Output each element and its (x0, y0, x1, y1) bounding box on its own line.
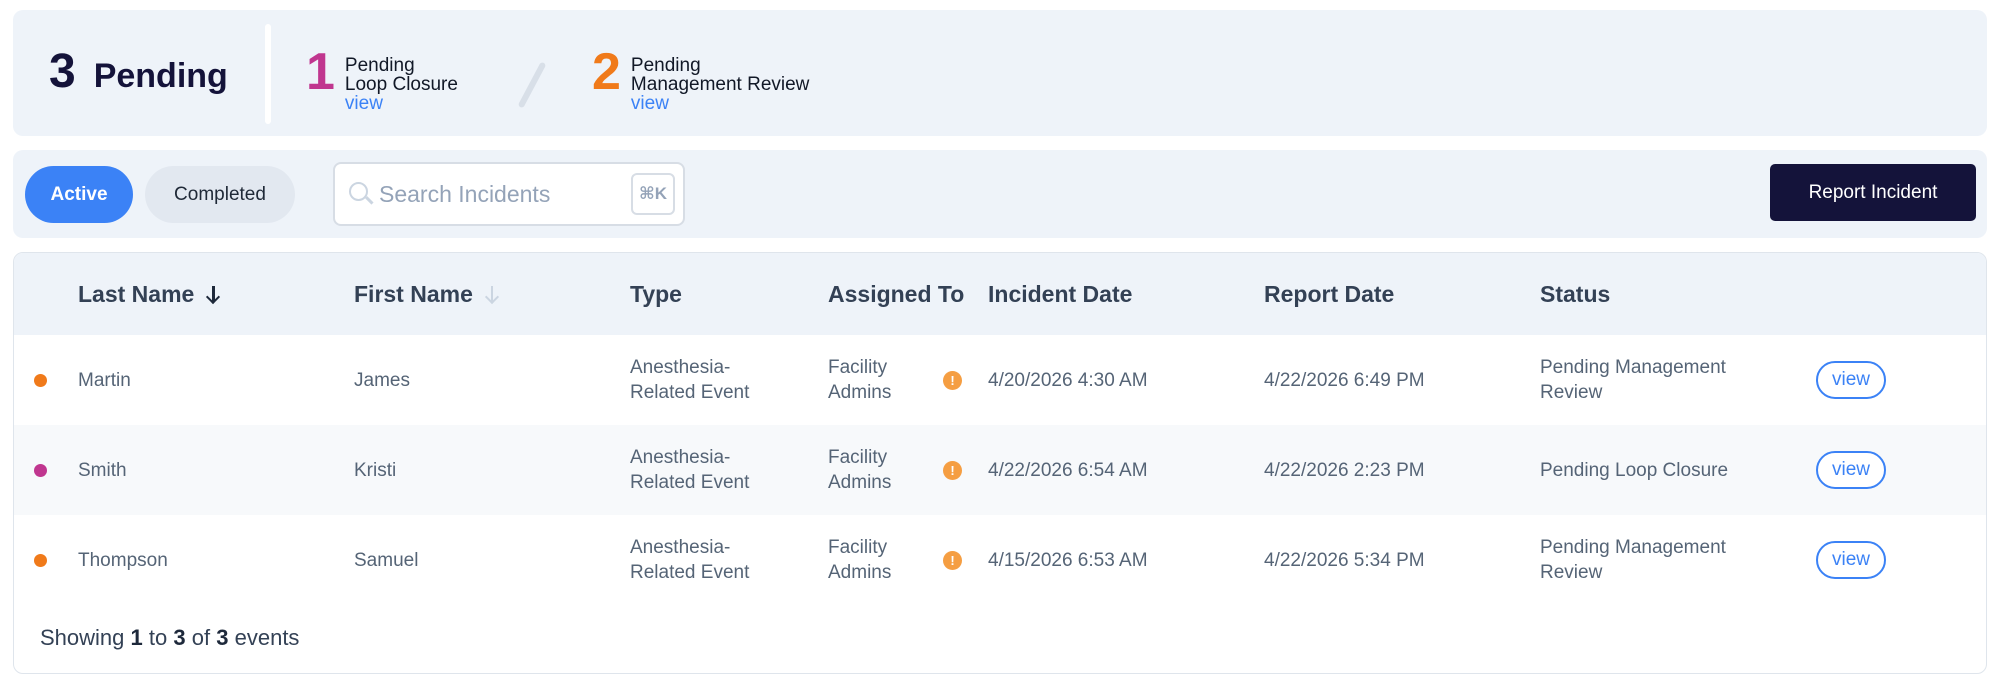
tab-active[interactable]: Active (25, 166, 133, 223)
exclamation-icon: ! (943, 551, 962, 570)
column-header-assigned-to[interactable]: Assigned To (828, 253, 964, 335)
pending-loop-closure-line1: Pending (344, 55, 415, 76)
cell-incident-date: 4/15/2026 6:53 AM (988, 549, 1148, 571)
summary-separator (517, 61, 547, 109)
cell-status: Pending Loop Closure (1540, 459, 1729, 481)
table-row[interactable]: Thompson Samuel Anesthesia- Related Event… (14, 515, 1986, 605)
pending-summary: 3 Pending 1 Pending Loop Closure view 2 … (13, 10, 1987, 136)
cell-first-name: James (354, 369, 410, 391)
search-icon (347, 180, 375, 208)
column-header-status[interactable]: Status (1540, 253, 1610, 335)
cell-last-name: Smith (78, 459, 127, 481)
incidents-table: Last Name First Name Type Assigned To In… (13, 252, 1987, 674)
table-row[interactable]: Smith Kristi Anesthesia- Related Event Fa… (14, 425, 1986, 515)
pagination-summary: Showing 1 to 3 of 3 events (40, 625, 300, 650)
exclamation-icon: ! (943, 461, 962, 480)
cell-assigned-to: Facility Admins (828, 537, 892, 583)
column-header-type[interactable]: Type (630, 253, 682, 335)
cell-first-name: Kristi (354, 459, 397, 481)
pending-management-review-view-link[interactable]: view (631, 94, 809, 113)
pending-loop-closure-view-link[interactable]: view (345, 94, 458, 113)
summary-divider (265, 24, 271, 124)
cell-report-date: 4/22/2026 5:34 PM (1264, 549, 1425, 571)
cell-type: Anesthesia- Related Event (630, 357, 750, 403)
cell-type: Anesthesia- Related Event (630, 447, 750, 493)
pending-loop-closure-line2: Loop Closure (344, 74, 458, 95)
table-header: Last Name First Name Type Assigned To In… (14, 253, 1986, 335)
view-button[interactable]: view (1816, 361, 1886, 399)
keyboard-shortcut-badge: ⌘K (631, 173, 675, 215)
sort-arrow-down-icon (484, 286, 499, 305)
sort-arrow-down-icon (206, 286, 221, 305)
column-header-first-name[interactable]: First Name (354, 253, 499, 335)
cell-assigned-to: Facility Admins (828, 357, 892, 403)
cell-last-name: Thompson (78, 549, 168, 571)
pending-loop-closure-summary: 1 Pending Loop Closure view (306, 44, 458, 113)
view-button[interactable]: view (1816, 541, 1886, 579)
pending-total: 3 Pending (49, 44, 228, 99)
pending-loop-closure-count: 1 (306, 43, 335, 101)
cell-status: Pending Management Review (1540, 357, 1726, 403)
cell-first-name: Samuel (354, 549, 419, 571)
pending-management-review-line2: Management Review (630, 74, 810, 95)
column-header-last-name[interactable]: Last Name (78, 253, 221, 335)
view-button[interactable]: view (1816, 451, 1886, 489)
cell-last-name: Martin (78, 369, 131, 391)
status-dot (34, 374, 47, 387)
column-header-report-date[interactable]: Report Date (1264, 253, 1394, 335)
table-row[interactable]: Martin James Anesthesia- Related Event Fa… (14, 335, 1986, 425)
pending-total-label: Pending (93, 57, 228, 95)
pending-management-review-summary: 2 Pending Management Review view (592, 44, 809, 113)
cell-status: Pending Management Review (1540, 537, 1726, 583)
cell-type: Anesthesia- Related Event (630, 537, 750, 583)
exclamation-icon: ! (943, 371, 962, 390)
search-input[interactable] (379, 180, 619, 208)
status-dot (34, 464, 47, 477)
status-dot (34, 554, 47, 567)
cell-report-date: 4/22/2026 6:49 PM (1264, 369, 1425, 391)
cell-report-date: 4/22/2026 2:23 PM (1264, 459, 1425, 481)
cell-incident-date: 4/20/2026 4:30 AM (988, 369, 1148, 391)
toolbar: Active Completed ⌘K Report Incident (13, 150, 1987, 238)
search-box[interactable]: ⌘K (333, 162, 685, 226)
pending-management-review-count: 2 (592, 43, 621, 101)
pending-total-count: 3 (49, 45, 76, 98)
tab-completed[interactable]: Completed (145, 166, 295, 223)
pending-management-review-line1: Pending (630, 55, 701, 76)
cell-assigned-to: Facility Admins (828, 447, 892, 493)
cell-incident-date: 4/22/2026 6:54 AM (988, 459, 1148, 481)
report-incident-button[interactable]: Report Incident (1770, 164, 1976, 221)
column-header-incident-date[interactable]: Incident Date (988, 253, 1132, 335)
